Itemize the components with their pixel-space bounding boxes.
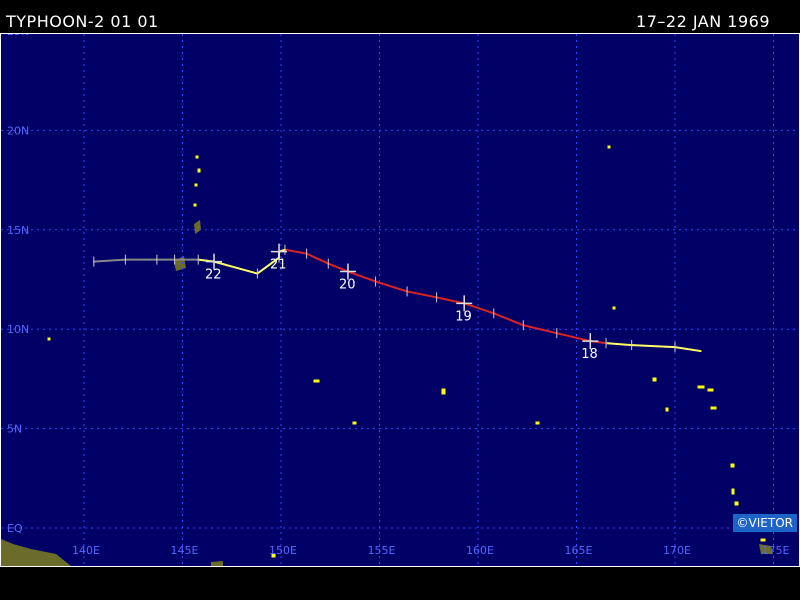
islet [313, 379, 320, 383]
lat-label: EQ [7, 522, 23, 535]
islet [730, 463, 735, 468]
guam-island-shape [174, 256, 186, 271]
lon-label: 155E [368, 544, 396, 557]
storm-track [92, 244, 702, 353]
islet [697, 385, 705, 389]
lon-label: 145E [171, 544, 199, 557]
islet [47, 337, 51, 341]
lat-label: 20N [7, 124, 29, 137]
islet [195, 155, 199, 159]
islet [607, 145, 611, 149]
credit-badge: ©VIETOR [732, 514, 797, 532]
track-map: 25N 20N 15N 10N 5N EQ 140E 145E 150E 155E 160E 165E… [1, 25, 799, 566]
day-marker-label: 19 [455, 309, 472, 324]
islet [352, 421, 357, 425]
day-marker-label: 21 [270, 258, 287, 273]
map-panel: 25N 20N 15N 10N 5N EQ 140E 145E 150E 155E 160E 165E… [0, 25, 800, 567]
islet [734, 501, 739, 506]
storm-title: TYPHOON-2 01 01 [6, 12, 159, 31]
day-markers: 18 19 20 21 22 [205, 243, 599, 362]
islet [710, 406, 717, 410]
lat-label: 15N [7, 224, 29, 237]
lon-label: 140E [72, 544, 100, 557]
day-marker-label: 22 [205, 268, 222, 283]
track-segment [435, 296, 466, 305]
typhoon-map-screen: TYPHOON-2 01 01 17–22 JAN 1969 20N 15N 1… [0, 0, 800, 600]
islet [194, 183, 198, 187]
islet [665, 407, 669, 412]
date-range: 17–22 JAN 1969 [636, 12, 770, 31]
track-segment [406, 290, 438, 299]
islet [535, 421, 540, 425]
mariana-island-shape [194, 220, 201, 234]
lat-label: 10N [7, 323, 29, 336]
islet [760, 538, 766, 542]
lon-label: 160E [466, 544, 494, 557]
lat-label: 5N [7, 423, 22, 436]
track-segment [605, 342, 633, 347]
day-marker-label: 18 [581, 347, 598, 362]
southern-islet-shape [211, 561, 223, 566]
islets [47, 145, 766, 558]
day-marker-label: 20 [339, 278, 356, 293]
track-segment [327, 262, 349, 273]
track-segment [674, 346, 702, 353]
grid-labels: 25N 20N 15N 10N 5N EQ 140E 145E 150E 155E 160E 165E… [7, 25, 790, 557]
lat-lon-grid [1, 30, 799, 566]
lon-label: 170E [663, 544, 691, 557]
lon-label: 150E [269, 544, 297, 557]
track-segment [283, 248, 308, 255]
islet [197, 168, 201, 173]
islet [731, 488, 735, 495]
track-segment [555, 332, 592, 343]
islet [707, 388, 714, 392]
track-segment [522, 324, 558, 335]
track-segment [305, 252, 330, 265]
lon-label: 175E [762, 544, 790, 557]
islet [652, 377, 657, 382]
islet [612, 306, 616, 310]
lon-label: 165E [565, 544, 593, 557]
land-masses [1, 220, 773, 566]
track-segment [374, 280, 409, 293]
track-segment [630, 344, 676, 349]
islet [193, 203, 197, 207]
track-segment [492, 312, 525, 327]
lat-label: 25N [7, 34, 29, 38]
track-segment [92, 258, 127, 263]
islet [441, 388, 446, 395]
new-guinea-coast-shape [1, 539, 71, 566]
